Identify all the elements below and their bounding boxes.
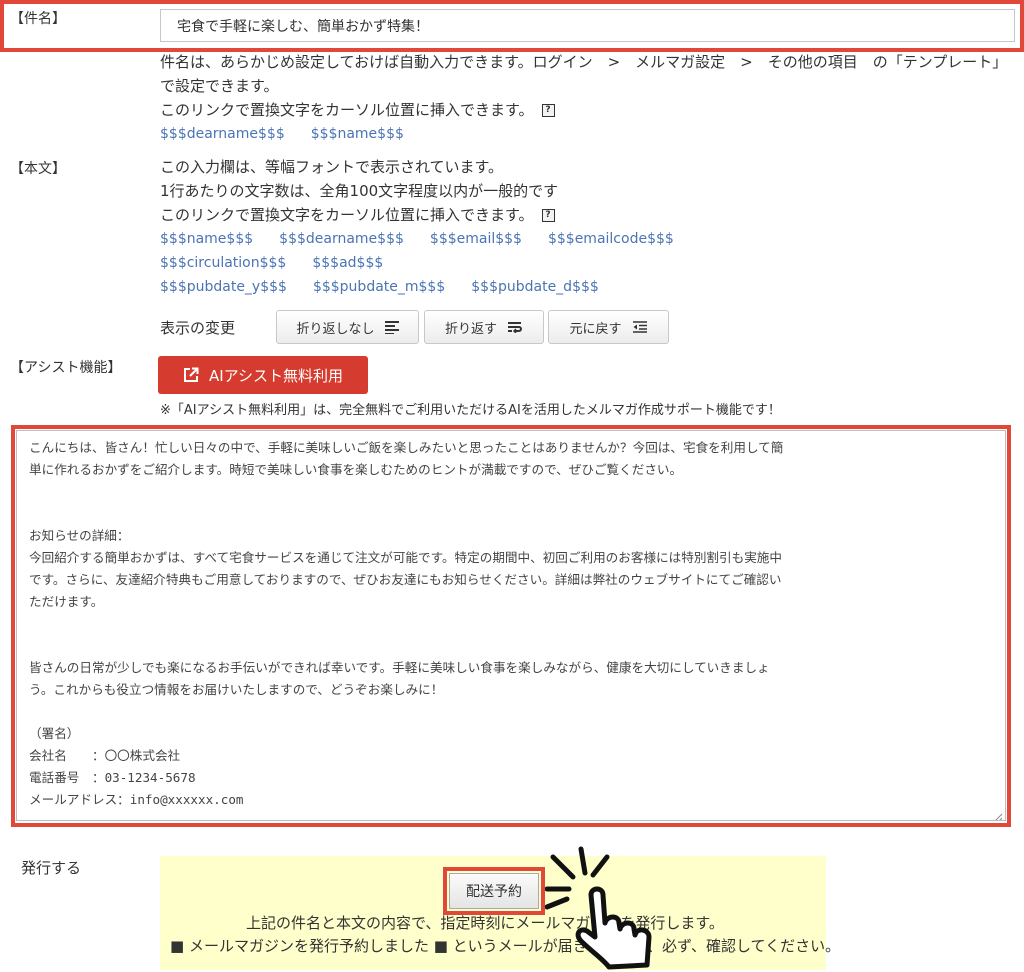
body-text-line: う。これからも役立つ情報をお届けいたしますので、どうぞお楽しみに！	[29, 682, 444, 697]
subject-help: 件名は、あらかじめ設定しておけば自動入力できます。ログイン > メルマガ設定 >…	[160, 50, 1020, 146]
token-link-dearname[interactable]: $$$dearname$$$	[160, 122, 285, 146]
body-text-line: ただけます。	[29, 594, 104, 609]
body-text-line	[29, 635, 993, 657]
token-link-pubdate-y[interactable]: $$$pubdate_y$$$	[160, 275, 287, 299]
body-label: 【本文】	[10, 161, 66, 177]
body-text-line	[29, 481, 993, 503]
body-textarea[interactable]: こんにちは、皆さん！忙しい日々の中で、手軽に美味しいご飯を楽しみたいと思ったこと…	[16, 430, 1006, 821]
body-text-line: こんにちは、皆さん！忙しい日々の中で、手軽に美味しいご飯を楽しみたいと思ったこと…	[29, 440, 784, 455]
question-icon[interactable]: ?	[541, 208, 555, 222]
token-link-ad[interactable]: $$$ad$$$	[312, 251, 383, 275]
body-text-line: 皆さんの日常が少しでも楽になるお手伝いができれば幸いです。手軽に美味しい食事を楽…	[29, 660, 770, 675]
publish-info-line-2: ■ メールマガジンを発行予約しました ■ というメールが届きますので、必ず、確認…	[170, 937, 841, 955]
outdent-icon	[632, 321, 647, 333]
reset-button[interactable]: 元に戻す	[548, 310, 669, 344]
body-help-line-3: このリンクで置換文字をカーソル位置に挿入できます。 ?	[160, 203, 1020, 227]
ai-assist-button[interactable]: AIアシスト無料利用	[158, 356, 368, 394]
subject-help-line-1: 件名は、あらかじめ設定しておけば自動入力できます。ログイン > メルマガ設定 >…	[160, 53, 1008, 71]
nowrap-button-label: 折り返しなし	[296, 321, 375, 337]
reserve-delivery-button-label: 配送予約	[466, 884, 522, 900]
body-help: この入力欄は、等幅フォントで表示されています。 1行あたりの文字数は、全角100…	[160, 155, 1020, 299]
body-help-line-1: この入力欄は、等幅フォントで表示されています。	[160, 158, 504, 176]
token-link-dearname[interactable]: $$$dearname$$$	[279, 227, 404, 251]
assist-note: ※「AIアシスト無料利用」は、完全無料でご利用いただけるAIを活用したメルマガ作…	[160, 403, 781, 418]
body-text-line: です。さらに、友達紹介特典もご用意しておりますので、ぜひお友達にもお知らせくださ…	[29, 572, 782, 587]
subject-help-line-3: このリンクで置換文字をカーソル位置に挿入できます。 ?	[160, 98, 1020, 122]
body-token-row-2: $$$circulation$$$ $$$ad$$$	[160, 251, 1020, 275]
body-text-line: 単に作れるおかずをご紹介します。時短で美味しい食事を楽しむためのヒントが満載です…	[29, 462, 683, 477]
subject-input[interactable]: 宅食で手軽に楽しむ、簡単おかず特集！	[160, 9, 1015, 42]
wrap-icon	[508, 322, 522, 333]
wrap-button[interactable]: 折り返す	[424, 310, 544, 344]
pointer-hand-icon	[545, 846, 652, 970]
body-text-line: メールアドレス：info@xxxxxx.com	[29, 792, 244, 807]
nowrap-icon	[384, 321, 399, 334]
body-text-line: お知らせの詳細：	[29, 528, 130, 543]
ai-assist-button-label: AIアシスト無料利用	[208, 366, 344, 385]
token-link-emailcode[interactable]: $$$emailcode$$$	[548, 227, 674, 251]
body-text-line: （署名）	[29, 726, 80, 741]
subject-help-line-3-text: このリンクで置換文字をカーソル位置に挿入できます。	[160, 101, 534, 119]
subject-input-value: 宅食で手軽に楽しむ、簡単おかず特集！	[177, 18, 429, 35]
token-link-pubdate-m[interactable]: $$$pubdate_m$$$	[313, 275, 445, 299]
token-link-name[interactable]: $$$name$$$	[311, 122, 404, 146]
body-token-row-3: $$$pubdate_y$$$ $$$pubdate_m$$$ $$$pubda…	[160, 275, 1020, 299]
display-change-label: 表示の変更	[160, 319, 236, 337]
wrap-button-label: 折り返す	[444, 321, 497, 337]
subject-token-list: $$$dearname$$$ $$$name$$$	[160, 122, 1020, 146]
reserve-delivery-button[interactable]: 配送予約	[449, 873, 539, 909]
question-icon[interactable]: ?	[541, 103, 555, 117]
body-help-line-2: 1行あたりの文字数は、全角100文字程度以内が一般的です	[160, 182, 559, 200]
body-token-row-1: $$$name$$$ $$$dearname$$$ $$$email$$$ $$…	[160, 227, 1020, 251]
external-link-icon	[183, 367, 199, 382]
body-help-line-3-text: このリンクで置換文字をカーソル位置に挿入できます。	[160, 206, 534, 224]
body-text-line: 今回紹介する簡単おかずは、すべて宅食サービスを通じて注文が可能です。特定の期間中…	[29, 550, 782, 565]
token-link-email[interactable]: $$$email$$$	[430, 227, 522, 251]
subject-label: 【件名】	[10, 11, 66, 27]
body-text-line: 電話番号 ：03-1234-5678	[29, 770, 196, 785]
body-text-line	[29, 613, 993, 635]
token-link-circulation[interactable]: $$$circulation$$$	[160, 251, 286, 275]
reset-button-label: 元に戻す	[569, 321, 622, 337]
body-text-line	[29, 701, 993, 723]
body-text-line: 会社名 ：〇〇株式会社	[29, 748, 181, 763]
nowrap-button[interactable]: 折り返しなし	[276, 310, 419, 344]
body-text-line	[29, 503, 993, 525]
resize-grip-icon[interactable]	[992, 807, 1003, 820]
subject-help-line-2: で設定できます。	[160, 77, 279, 95]
assist-label: 【アシスト機能】	[10, 360, 122, 376]
publish-label: 発行する	[21, 859, 82, 877]
token-link-name[interactable]: $$$name$$$	[160, 227, 253, 251]
token-link-pubdate-d[interactable]: $$$pubdate_d$$$	[471, 275, 599, 299]
